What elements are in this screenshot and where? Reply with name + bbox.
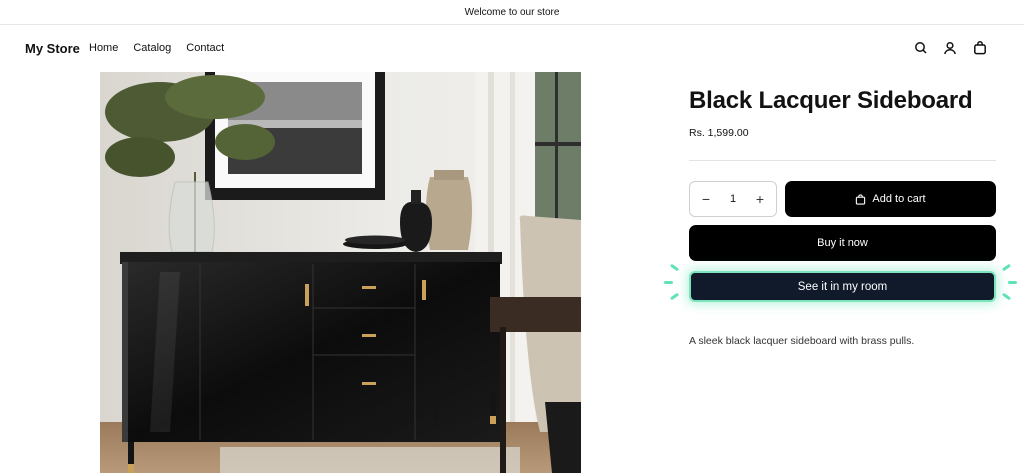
product-image[interactable] <box>100 72 581 473</box>
buy-now-label: Buy it now <box>817 237 868 249</box>
plus-icon[interactable]: + <box>754 192 766 206</box>
add-to-cart-button[interactable]: Add to cart <box>785 181 996 217</box>
divider <box>689 160 996 161</box>
product-price: Rs. 1,599.00 <box>689 127 749 139</box>
see-in-room-label: See it in my room <box>797 280 888 293</box>
product-title: Black Lacquer Sideboard <box>689 87 973 114</box>
sparkle-icon <box>1008 281 1017 284</box>
add-to-cart-label: Add to cart <box>872 193 926 205</box>
sparkle-icon <box>669 263 680 272</box>
see-in-room-button[interactable]: See it in my room <box>689 271 996 302</box>
sparkle-icon <box>669 292 680 301</box>
nav-contact[interactable]: Contact <box>186 42 224 54</box>
nav-home[interactable]: Home <box>89 42 118 54</box>
minus-icon[interactable]: − <box>700 192 712 206</box>
search-icon[interactable] <box>913 40 929 56</box>
nav-catalog[interactable]: Catalog <box>133 42 171 54</box>
sparkle-icon <box>1001 263 1012 272</box>
quantity-value[interactable]: 1 <box>730 193 736 205</box>
store-logo[interactable]: My Store <box>25 41 80 56</box>
announcement-text: Welcome to our store <box>464 6 560 18</box>
account-icon[interactable] <box>942 40 958 56</box>
main-nav: Home Catalog Contact <box>89 42 224 54</box>
site-header: My Store Home Catalog Contact <box>0 26 1024 72</box>
announcement-bar: Welcome to our store <box>0 0 1024 25</box>
sparkle-icon <box>1001 292 1012 301</box>
cart-icon[interactable] <box>972 40 988 56</box>
buy-now-button[interactable]: Buy it now <box>689 225 996 261</box>
product-description: A sleek black lacquer sideboard with bra… <box>689 335 915 347</box>
sparkle-icon <box>664 281 673 284</box>
quantity-stepper: − 1 + <box>689 181 777 217</box>
bag-icon <box>856 193 866 205</box>
